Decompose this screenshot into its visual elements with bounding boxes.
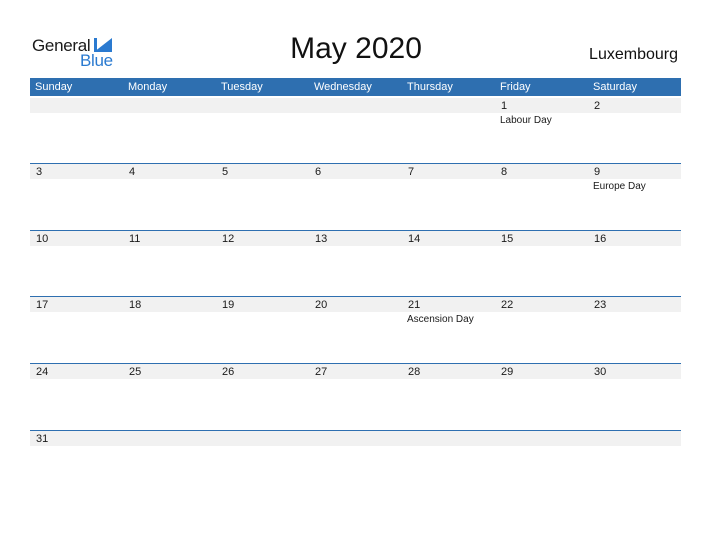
day-number: 31 — [36, 433, 49, 445]
weekday-saturday: Saturday — [593, 81, 638, 93]
day-cell — [309, 430, 402, 496]
day-cell[interactable]: 3 — [30, 163, 123, 229]
day-cell[interactable]: 23 — [588, 296, 681, 362]
weekday-friday: Friday — [500, 81, 531, 93]
day-number: 5 — [222, 166, 229, 178]
day-number: 10 — [36, 233, 49, 245]
week-row: 10 11 12 13 14 15 16 — [30, 230, 681, 296]
day-number: 27 — [315, 366, 328, 378]
day-cell — [588, 430, 681, 496]
week-row: 31 — [30, 430, 681, 496]
day-number: 21 — [408, 299, 421, 311]
day-cell[interactable]: 5 — [216, 163, 309, 229]
day-cell[interactable]: 10 — [30, 230, 123, 296]
weekday-sunday: Sunday — [35, 81, 73, 93]
day-cell[interactable]: 11 — [123, 230, 216, 296]
holiday-label: Europe Day — [593, 181, 646, 192]
day-cell[interactable]: 25 — [123, 363, 216, 429]
day-cell[interactable]: 30 — [588, 363, 681, 429]
day-number: 30 — [594, 366, 607, 378]
week-row: 24 25 26 27 28 29 30 — [30, 363, 681, 429]
day-number: 26 — [222, 366, 235, 378]
day-cell[interactable]: 31 — [30, 430, 123, 496]
day-cell — [216, 430, 309, 496]
day-number: 16 — [594, 233, 607, 245]
day-cell — [309, 97, 402, 163]
day-number: 18 — [129, 299, 142, 311]
day-cell[interactable]: 17 — [30, 296, 123, 362]
day-cell[interactable]: 27 — [309, 363, 402, 429]
day-cell[interactable]: 13 — [309, 230, 402, 296]
day-cell[interactable]: 2 — [588, 97, 681, 163]
holiday-label: Labour Day — [500, 115, 552, 126]
day-number: 4 — [129, 166, 136, 178]
weekday-header: Sunday Monday Tuesday Wednesday Thursday Frid… — [30, 78, 681, 96]
weekday-monday: Monday — [128, 81, 168, 93]
day-cell[interactable]: 8 — [495, 163, 588, 229]
day-number: 11 — [129, 233, 141, 245]
day-cell — [30, 97, 123, 163]
day-number: 9 — [594, 166, 601, 178]
day-cell[interactable]: 15 — [495, 230, 588, 296]
day-cell[interactable]: 26 — [216, 363, 309, 429]
day-number: 17 — [36, 299, 49, 311]
day-cell[interactable]: 20 — [309, 296, 402, 362]
day-number: 12 — [222, 233, 235, 245]
day-cell — [402, 430, 495, 496]
day-cell[interactable]: 24 — [30, 363, 123, 429]
day-cell[interactable]: 16 — [588, 230, 681, 296]
day-cell[interactable]: 7 — [402, 163, 495, 229]
day-cell[interactable]: 12 — [216, 230, 309, 296]
day-number: 23 — [594, 299, 607, 311]
day-cell[interactable]: 18 — [123, 296, 216, 362]
day-cell — [123, 97, 216, 163]
day-cell[interactable]: 9 Europe Day — [588, 163, 681, 229]
day-cell — [216, 97, 309, 163]
day-cell[interactable]: 28 — [402, 363, 495, 429]
day-number: 24 — [36, 366, 49, 378]
day-cell[interactable]: 21 Ascension Day — [402, 296, 495, 362]
day-number: 15 — [501, 233, 514, 245]
day-number: 8 — [501, 166, 508, 178]
week-row: 1 Labour Day 2 — [30, 97, 681, 163]
day-cell[interactable]: 14 — [402, 230, 495, 296]
week-row: 17 18 19 20 21 Ascension Day 22 23 — [30, 296, 681, 362]
day-number: 22 — [501, 299, 514, 311]
day-number: 20 — [315, 299, 328, 311]
day-number: 2 — [594, 100, 601, 112]
day-cell[interactable]: 29 — [495, 363, 588, 429]
week-row: 3 4 5 6 7 8 9 Europe Day — [30, 163, 681, 229]
day-number: 1 — [501, 100, 508, 112]
day-cell[interactable]: 4 — [123, 163, 216, 229]
day-number: 25 — [129, 366, 142, 378]
day-number: 3 — [36, 166, 43, 178]
day-cell — [402, 97, 495, 163]
day-number: 7 — [408, 166, 415, 178]
holiday-label: Ascension Day — [407, 314, 474, 325]
day-cell — [495, 430, 588, 496]
day-number: 6 — [315, 166, 322, 178]
country-label: Luxembourg — [589, 46, 678, 63]
day-number: 19 — [222, 299, 235, 311]
weekday-wednesday: Wednesday — [314, 81, 372, 93]
day-cell[interactable]: 6 — [309, 163, 402, 229]
day-cell[interactable]: 19 — [216, 296, 309, 362]
weekday-thursday: Thursday — [407, 81, 453, 93]
day-number: 14 — [408, 233, 421, 245]
day-cell — [123, 430, 216, 496]
weekday-tuesday: Tuesday — [221, 81, 263, 93]
day-number: 28 — [408, 366, 421, 378]
day-number: 13 — [315, 233, 328, 245]
day-cell[interactable]: 1 Labour Day — [495, 97, 588, 163]
day-number: 29 — [501, 366, 514, 378]
day-cell[interactable]: 22 — [495, 296, 588, 362]
